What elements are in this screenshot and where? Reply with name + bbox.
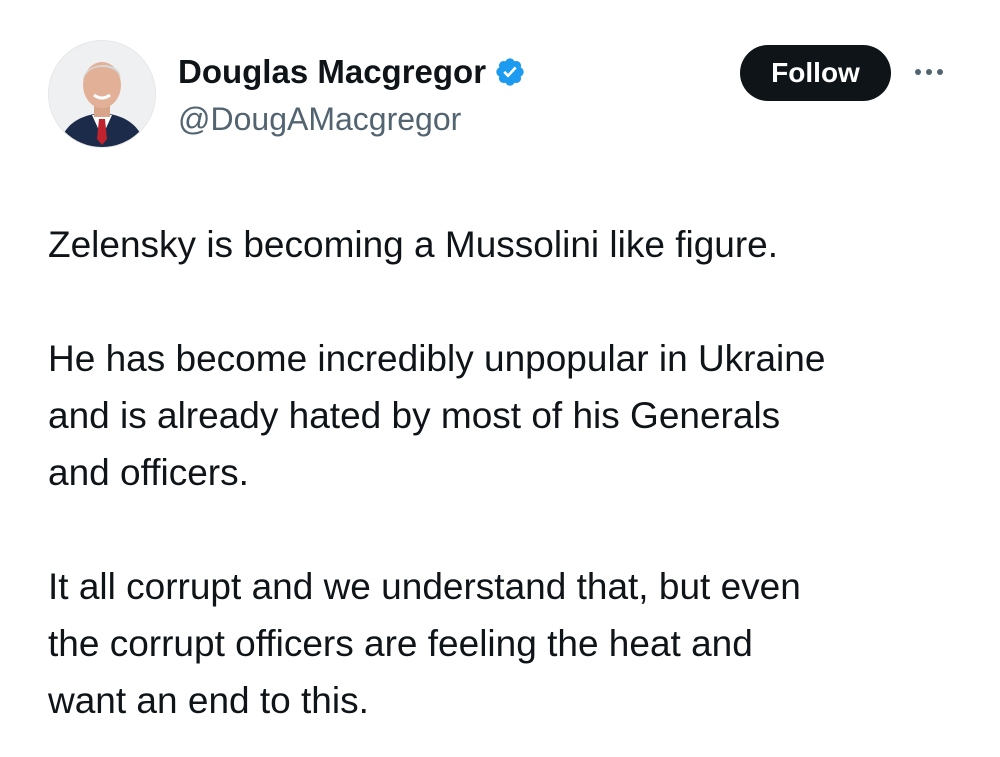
tweet-line: the corrupt officers are feeling the hea…: [48, 623, 753, 664]
tweet-card: Douglas Macgregor @DougAMacgregor Follow…: [0, 0, 1000, 757]
author-handle[interactable]: @DougAMacgregor: [178, 100, 461, 138]
tweet-line: and officers.: [48, 452, 249, 493]
tweet-line: want an end to this.: [48, 680, 369, 721]
follow-button[interactable]: Follow: [740, 45, 891, 101]
tweet-line: He has become incredibly unpopular in Uk…: [48, 338, 826, 379]
verified-badge-icon[interactable]: [494, 56, 526, 88]
tweet-paragraph: He has become incredibly unpopular in Uk…: [48, 330, 968, 501]
tweet-paragraph: It all corrupt and we understand that, b…: [48, 558, 968, 729]
author-name-text[interactable]: Douglas Macgregor: [178, 52, 486, 92]
author-avatar[interactable]: [48, 40, 156, 148]
tweet-paragraph: Zelensky is becoming a Mussolini like fi…: [48, 216, 968, 273]
tweet-body: Zelensky is becoming a Mussolini like fi…: [48, 216, 968, 729]
more-options-icon[interactable]: [908, 60, 950, 84]
author-name[interactable]: Douglas Macgregor: [178, 52, 526, 92]
tweet-line: and is already hated by most of his Gene…: [48, 395, 781, 436]
tweet-line: It all corrupt and we understand that, b…: [48, 566, 801, 607]
avatar-photo-icon: [49, 41, 155, 147]
tweet-line: Zelensky is becoming a Mussolini like fi…: [48, 224, 779, 265]
